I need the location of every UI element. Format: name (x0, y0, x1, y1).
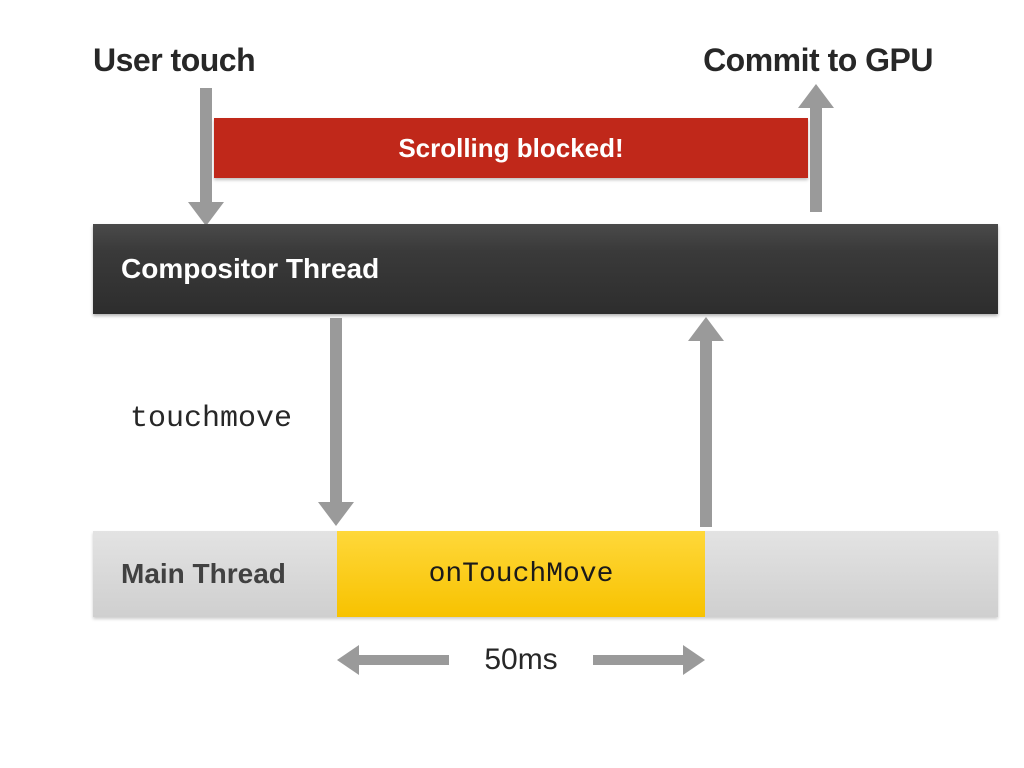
arrowhead-up-icon (688, 317, 724, 341)
bar-compositor-thread: Compositor Thread (93, 224, 998, 314)
segment-ontouchmove-handler: onTouchMove (337, 531, 705, 617)
label-duration-50ms: 50ms (474, 643, 567, 677)
arrowhead-up-icon (798, 84, 834, 108)
duration-bar-right (593, 655, 683, 665)
arrow-user-touch-down (200, 88, 212, 208)
arrowhead-right-icon (683, 645, 705, 675)
bar-main-thread: Main Thread onTouchMove (93, 531, 998, 617)
arrowhead-down-icon (318, 502, 354, 526)
arrow-commit-to-gpu-up (810, 102, 822, 212)
bar-scrolling-blocked: Scrolling blocked! (214, 118, 808, 178)
label-touchmove-event: touchmove (130, 402, 292, 436)
label-user-touch: User touch (93, 42, 255, 79)
arrowhead-down-icon (188, 202, 224, 226)
diagram-stage: User touch Commit to GPU Scrolling block… (0, 0, 1024, 768)
arrow-handler-result-up (700, 335, 712, 527)
arrowhead-left-icon (337, 645, 359, 675)
duration-bar-left (359, 655, 449, 665)
duration-indicator: 50ms (337, 640, 705, 680)
label-commit-to-gpu: Commit to GPU (703, 42, 933, 79)
arrow-touchmove-down (330, 318, 342, 508)
label-main-thread: Main Thread (121, 558, 286, 590)
